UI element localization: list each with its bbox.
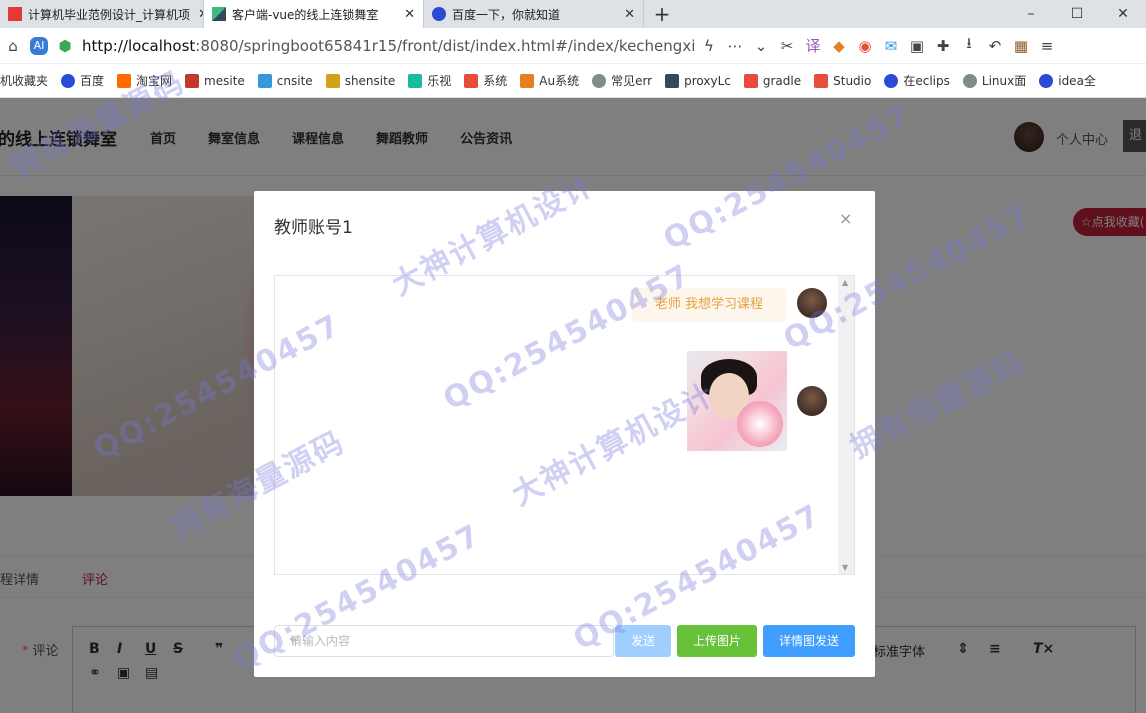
close-tab-icon[interactable]: ✕ bbox=[190, 7, 203, 22]
au-icon bbox=[520, 73, 535, 88]
send-button[interactable]: 发送 bbox=[615, 625, 671, 657]
system-icon bbox=[464, 73, 479, 88]
bookmark-item[interactable]: 淘宝网 bbox=[117, 72, 172, 89]
avatar bbox=[797, 288, 827, 318]
bookmark-item[interactable]: mesite bbox=[185, 73, 245, 88]
dialog-title: 教师账号1 bbox=[274, 218, 353, 238]
bookmark-item[interactable]: 机收藏夹 bbox=[0, 72, 48, 89]
window-controls: – ☐ ✕ bbox=[1008, 0, 1146, 28]
bookmark-item[interactable]: gradle bbox=[743, 73, 801, 88]
pocket-icon[interactable]: ▣ bbox=[904, 33, 930, 59]
tv-icon bbox=[408, 73, 423, 88]
translate-icon[interactable]: 译 bbox=[800, 33, 826, 59]
baidu-icon bbox=[884, 73, 899, 88]
studio-icon bbox=[814, 73, 829, 88]
address-toolbar: ⌂ AI ⬢ http://localhost:8080/springboot6… bbox=[0, 28, 1146, 64]
tab-title: 计算机毕业范例设计_计算机项 bbox=[28, 7, 191, 22]
upload-image-button[interactable]: 上传图片 bbox=[677, 625, 757, 657]
bookmark-item[interactable]: Au系统 bbox=[520, 72, 579, 89]
avatar bbox=[797, 386, 827, 416]
address-bar[interactable]: http://localhost:8080/springboot65841r15… bbox=[82, 32, 696, 60]
baidu-icon bbox=[61, 73, 76, 88]
bookmark-item[interactable]: 常见err bbox=[592, 72, 652, 89]
mesite-icon bbox=[185, 73, 200, 88]
globe-icon bbox=[592, 73, 607, 88]
browser-tab-bar: 计算机毕业范例设计_计算机项 ✕ 客户端-vue的线上连锁舞室 ✕ 百度一下，你… bbox=[0, 0, 1146, 28]
browser-tab-1[interactable]: 计算机毕业范例设计_计算机项 ✕ bbox=[0, 0, 204, 28]
bookmark-item[interactable]: 乐视 bbox=[408, 72, 451, 89]
bookmark-item[interactable]: 在eclips bbox=[884, 72, 950, 89]
mail-icon[interactable]: ✉ bbox=[878, 33, 904, 59]
undo-icon[interactable]: ↶ bbox=[982, 33, 1008, 59]
home-icon[interactable]: ⌂ bbox=[0, 33, 26, 59]
url-path: :8080/springboot65841r15/front/dist/inde… bbox=[195, 36, 696, 55]
menu-icon[interactable]: ≡ bbox=[1034, 33, 1060, 59]
taobao-icon bbox=[117, 73, 132, 88]
chat-dialog: 教师账号1 × 老师 我想学习课程 ▲ ▼ 请输入内容 发送 上传图片 详情图发… bbox=[254, 191, 875, 677]
close-icon[interactable]: × bbox=[839, 209, 852, 228]
gradle-icon bbox=[743, 73, 758, 88]
scroll-up-icon[interactable]: ▲ bbox=[842, 278, 848, 287]
puzzle-icon[interactable]: ✚ bbox=[930, 33, 956, 59]
detail-image-send-button[interactable]: 详情图发送 bbox=[763, 625, 855, 657]
baidu-icon bbox=[1039, 73, 1054, 88]
globe-icon bbox=[962, 73, 977, 88]
url-host: http://localhost bbox=[82, 36, 196, 55]
browser-tab-2[interactable]: 客户端-vue的线上连锁舞室 ✕ bbox=[204, 0, 424, 28]
weibo-icon[interactable]: ◉ bbox=[852, 33, 878, 59]
chat-message-text: 老师 我想学习课程 bbox=[632, 288, 786, 322]
cnsite-icon bbox=[257, 73, 272, 88]
browser-tab-3[interactable]: 百度一下，你就知道 ✕ bbox=[424, 0, 644, 28]
vue-favicon-icon bbox=[212, 7, 226, 21]
bookmark-item[interactable]: Linux面 bbox=[962, 72, 1026, 89]
bookmark-item[interactable]: cnsite bbox=[257, 73, 313, 88]
bookmark-item[interactable]: shensite bbox=[325, 73, 395, 88]
shensite-icon bbox=[325, 73, 340, 88]
proxy-icon bbox=[665, 73, 680, 88]
lightning-icon[interactable]: ϟ bbox=[696, 33, 722, 59]
more-icon[interactable]: ⋯ bbox=[722, 33, 748, 59]
bookmark-item[interactable]: 系统 bbox=[464, 72, 507, 89]
window-close-icon[interactable]: ✕ bbox=[1100, 6, 1146, 22]
baidu-favicon-icon bbox=[432, 7, 446, 21]
chevron-down-icon[interactable]: ⌄ bbox=[748, 33, 774, 59]
extension-fox-icon[interactable]: ◆ bbox=[826, 33, 852, 59]
site-favicon-icon bbox=[8, 7, 22, 21]
close-tab-icon[interactable]: ✕ bbox=[396, 7, 415, 22]
download-icon[interactable]: ⭳ bbox=[956, 33, 982, 59]
maximize-icon[interactable]: ☐ bbox=[1054, 6, 1100, 22]
chat-input[interactable]: 请输入内容 bbox=[274, 625, 614, 657]
chat-scrollbar[interactable]: ▲ ▼ bbox=[838, 276, 854, 574]
scissors-icon[interactable]: ✂ bbox=[774, 33, 800, 59]
bookmark-item[interactable]: idea全 bbox=[1039, 72, 1096, 89]
secure-icon: ⬢ bbox=[58, 36, 72, 55]
bookmark-item[interactable]: 百度 bbox=[61, 72, 104, 89]
tab-title: 百度一下，你就知道 bbox=[452, 7, 561, 22]
scroll-down-icon[interactable]: ▼ bbox=[842, 563, 848, 572]
close-tab-icon[interactable]: ✕ bbox=[616, 7, 635, 22]
new-tab-button[interactable]: + bbox=[644, 0, 680, 28]
ai-icon[interactable]: AI bbox=[30, 36, 48, 55]
briefcase-icon[interactable]: ▦ bbox=[1008, 33, 1034, 59]
bookmarks-bar: 机收藏夹 百度 淘宝网 mesite cnsite shensite 乐视 系统… bbox=[0, 64, 1146, 98]
tab-title: 客户端-vue的线上连锁舞室 bbox=[232, 7, 379, 22]
chat-messages[interactable]: 老师 我想学习课程 ▲ ▼ bbox=[274, 275, 855, 575]
chat-message-image[interactable] bbox=[687, 351, 787, 451]
bookmark-item[interactable]: proxyLc bbox=[665, 73, 731, 88]
bookmark-item[interactable]: Studio bbox=[814, 73, 871, 88]
minimize-icon[interactable]: – bbox=[1008, 6, 1054, 22]
